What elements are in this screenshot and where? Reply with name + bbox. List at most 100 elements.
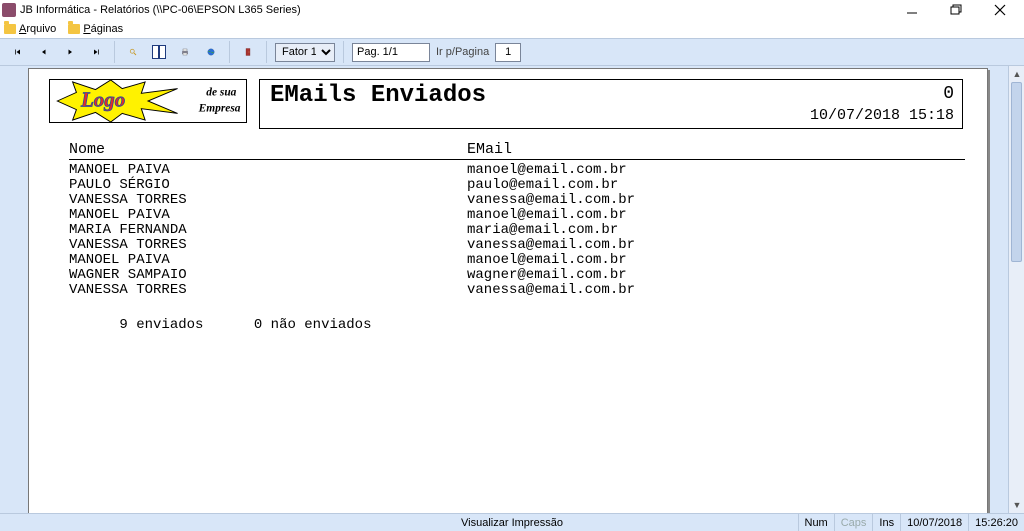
- cell-nome: PAULO SÉRGIO: [69, 178, 467, 193]
- logo-box: Logo de sua Empresa: [49, 79, 247, 123]
- status-caps: Caps: [834, 514, 873, 531]
- toolbar: Fator 1 Ir p/Pagina: [0, 38, 1024, 66]
- cell-email: vanessa@email.com.br: [467, 238, 965, 253]
- cell-nome: MARIA FERNANDA: [69, 223, 467, 238]
- next-page-icon: [66, 44, 74, 60]
- minimize-button[interactable]: [890, 0, 934, 20]
- summary-notsent: 0 não enviados: [254, 317, 372, 333]
- goto-page-label: Ir p/Pagina: [436, 46, 489, 58]
- scroll-down-icon: ▼: [1009, 497, 1024, 513]
- report-count: 0: [943, 84, 954, 104]
- table-row: MANOEL PAIVAmanoel@email.com.br: [69, 253, 965, 268]
- separator: [266, 41, 267, 63]
- first-page-button[interactable]: [8, 42, 28, 62]
- minimize-icon: [904, 2, 920, 18]
- print-button[interactable]: [175, 42, 195, 62]
- separator: [114, 41, 115, 63]
- menu-paginas[interactable]: Páginas: [68, 23, 123, 35]
- logo-starburst-icon: Logo de sua Empresa: [50, 80, 246, 122]
- menubar: Arquivo Páginas: [0, 20, 1024, 38]
- table-row: WAGNER SAMPAIOwagner@email.com.br: [69, 268, 965, 283]
- next-page-button[interactable]: [60, 42, 80, 62]
- web-button[interactable]: [201, 42, 221, 62]
- report-page: Logo de sua Empresa EMails Enviados 0 10…: [28, 68, 988, 513]
- door-icon: [244, 44, 252, 60]
- cell-email: manoel@email.com.br: [467, 253, 965, 268]
- maximize-button[interactable]: [934, 0, 978, 20]
- titlebar: JB Informática - Relatórios (\\PC-06\EPS…: [0, 0, 1024, 20]
- content-area: Logo de sua Empresa EMails Enviados 0 10…: [0, 66, 1024, 513]
- data-rows: MANOEL PAIVAmanoel@email.com.brPAULO SÉR…: [69, 163, 965, 298]
- table-row: VANESSA TORRESvanessa@email.com.br: [69, 193, 965, 208]
- close-icon: [992, 2, 1008, 18]
- window-title: JB Informática - Relatórios (\\PC-06\EPS…: [20, 4, 890, 16]
- table-row: VANESSA TORRESvanessa@email.com.br: [69, 238, 965, 253]
- zoom-factor-select[interactable]: Fator 1: [275, 43, 335, 62]
- book-icon: [152, 45, 166, 59]
- scrollbar-thumb[interactable]: [1011, 82, 1022, 262]
- cell-nome: VANESSA TORRES: [69, 238, 467, 253]
- status-num: Num: [798, 514, 834, 531]
- logo-sub1: de sua: [206, 86, 236, 98]
- first-page-icon: [14, 44, 22, 60]
- status-time: 15:26:20: [968, 514, 1024, 531]
- table-row: MARIA FERNANDAmaria@email.com.br: [69, 223, 965, 238]
- status-center-text: Visualizar Impressão: [461, 517, 563, 529]
- close-button[interactable]: [978, 0, 1022, 20]
- magnifier-icon: [129, 44, 137, 60]
- last-page-icon: [92, 44, 100, 60]
- table-row: MANOEL PAIVAmanoel@email.com.br: [69, 163, 965, 178]
- goto-page-input[interactable]: [495, 43, 521, 62]
- facing-pages-button[interactable]: [149, 42, 169, 62]
- prev-page-icon: [40, 44, 48, 60]
- cell-email: vanessa@email.com.br: [467, 193, 965, 208]
- statusbar: Visualizar Impressão Num Caps Ins 10/07/…: [0, 513, 1024, 531]
- menu-paginas-label: Páginas: [83, 23, 123, 35]
- printer-icon: [181, 44, 189, 60]
- cell-nome: VANESSA TORRES: [69, 193, 467, 208]
- status-date: 10/07/2018: [900, 514, 968, 531]
- cell-nome: WAGNER SAMPAIO: [69, 268, 467, 283]
- cell-email: wagner@email.com.br: [467, 268, 965, 283]
- status-ins: Ins: [872, 514, 900, 531]
- report-header-box: EMails Enviados 0 10/07/2018 15:18: [259, 79, 963, 129]
- cell-email: manoel@email.com.br: [467, 208, 965, 223]
- cell-email: vanessa@email.com.br: [467, 283, 965, 298]
- separator: [343, 41, 344, 63]
- report-timestamp: 10/07/2018 15:18: [810, 107, 954, 124]
- menu-arquivo[interactable]: Arquivo: [4, 23, 56, 35]
- table-row: MANOEL PAIVAmanoel@email.com.br: [69, 208, 965, 223]
- cell-email: manoel@email.com.br: [467, 163, 965, 178]
- exit-button[interactable]: [238, 42, 258, 62]
- menu-arquivo-label: Arquivo: [19, 23, 56, 35]
- table-row: PAULO SÉRGIOpaulo@email.com.br: [69, 178, 965, 193]
- zoom-button[interactable]: [123, 42, 143, 62]
- vertical-scrollbar[interactable]: ▲ ▼: [1008, 66, 1024, 513]
- report-title: EMails Enviados: [270, 82, 486, 109]
- page-indicator[interactable]: [352, 43, 430, 62]
- cell-nome: MANOEL PAIVA: [69, 208, 467, 223]
- cell-nome: VANESSA TORRES: [69, 283, 467, 298]
- report-summary: 9 enviados 0 não enviados: [69, 301, 371, 349]
- cell-email: maria@email.com.br: [467, 223, 965, 238]
- last-page-button[interactable]: [86, 42, 106, 62]
- scroll-up-icon: ▲: [1009, 66, 1024, 82]
- restore-icon: [948, 2, 964, 18]
- column-headers: Nome EMail: [69, 141, 965, 160]
- cell-nome: MANOEL PAIVA: [69, 163, 467, 178]
- logo-sub2: Empresa: [198, 103, 241, 115]
- column-header-nome: Nome: [69, 141, 467, 158]
- folder-icon: [4, 24, 16, 34]
- folder-icon: [68, 24, 80, 34]
- cell-email: paulo@email.com.br: [467, 178, 965, 193]
- globe-icon: [207, 44, 215, 60]
- separator: [229, 41, 230, 63]
- table-row: VANESSA TORRESvanessa@email.com.br: [69, 283, 965, 298]
- summary-sent: 9 enviados: [119, 317, 203, 333]
- logo-text: Logo: [80, 88, 125, 112]
- column-header-email: EMail: [467, 141, 965, 158]
- cell-nome: MANOEL PAIVA: [69, 253, 467, 268]
- app-icon: [2, 3, 16, 17]
- prev-page-button[interactable]: [34, 42, 54, 62]
- status-right: Num Caps Ins 10/07/2018 15:26:20: [798, 514, 1024, 531]
